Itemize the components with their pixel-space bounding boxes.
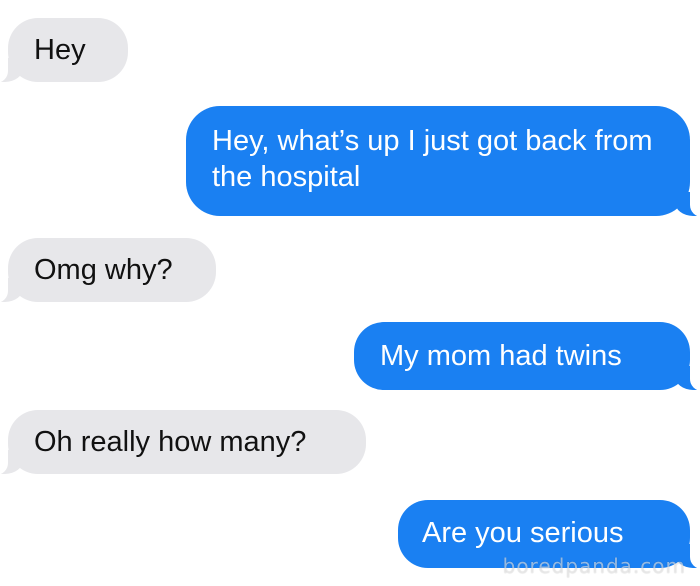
message-text: My mom had twins: [380, 340, 622, 372]
incoming-message-bubble[interactable]: Hey: [0, 18, 128, 83]
watermark: boredpanda.com: [502, 554, 686, 578]
incoming-message-bubble[interactable]: Omg why?: [0, 238, 216, 303]
outgoing-message-bubble[interactable]: My mom had twins: [354, 322, 700, 391]
incoming-message-bubble[interactable]: Oh really how many?: [0, 410, 366, 475]
outgoing-message-bubble[interactable]: Hey, what’s up I just got back from the …: [186, 106, 700, 217]
message-text: Are you serious: [422, 517, 624, 549]
message-text: Oh really how many?: [34, 426, 307, 458]
message-text: Hey, what’s up I just got back from the …: [212, 125, 653, 193]
message-text: Omg why?: [34, 254, 173, 286]
message-thread: Hey Hey, what’s up I just got back from …: [0, 0, 700, 586]
message-text: Hey: [34, 34, 86, 66]
